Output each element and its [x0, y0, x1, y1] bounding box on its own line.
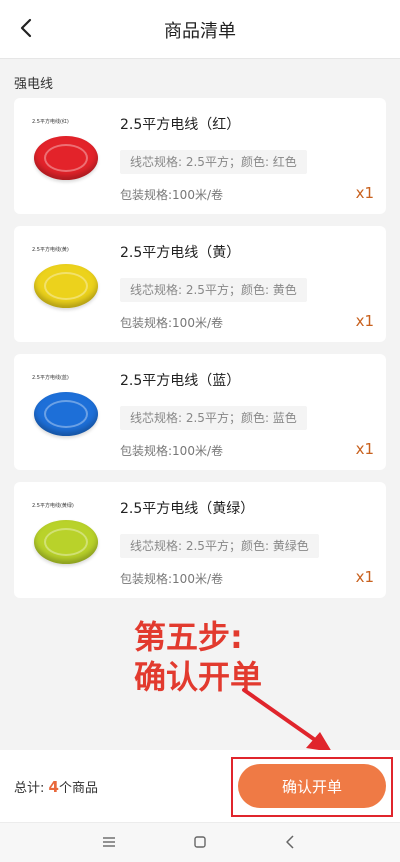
- annotation-line-1: 第五步:: [134, 618, 243, 656]
- thumbnail-label: 2.5平方电线(蓝): [32, 375, 69, 381]
- step-annotation: 第五步: 确认开单: [134, 617, 262, 697]
- wire-coil-image: [34, 520, 98, 564]
- thumbnail-label: 2.5平方电线(黄): [32, 247, 69, 253]
- wire-coil-image: [34, 392, 98, 436]
- total-summary: 总计: 4个商品: [14, 777, 98, 796]
- product-name: 2.5平方电线（黄绿）: [120, 501, 255, 517]
- total-count: 4: [48, 778, 59, 796]
- nav-menu-button[interactable]: [94, 829, 124, 855]
- section-title: 强电线: [14, 77, 54, 92]
- total-suffix: 个商品: [58, 781, 98, 796]
- spec-tag: 线芯规格: 2.5平方；颜色: 黄绿色: [120, 534, 319, 558]
- package-spec: 包装规格:100米/卷: [120, 444, 223, 458]
- quantity: x1: [355, 184, 374, 202]
- home-square-icon: [194, 836, 206, 848]
- thumbnail-label: 2.5平方电线(红): [32, 119, 69, 125]
- quantity: x1: [355, 440, 374, 458]
- system-navbar: [0, 822, 400, 862]
- product-name: 2.5平方电线（蓝）: [120, 373, 241, 389]
- product-card[interactable]: 2.5平方电线(蓝) 2.5平方电线（蓝） 线芯规格: 2.5平方；颜色: 蓝色…: [14, 354, 386, 470]
- product-thumbnail: 2.5平方电线(蓝): [28, 372, 108, 452]
- nav-home-button[interactable]: [185, 829, 215, 855]
- package-spec: 包装规格:100米/卷: [120, 572, 223, 586]
- wire-coil-image: [34, 264, 98, 308]
- confirm-order-button[interactable]: 确认开单: [238, 764, 386, 808]
- back-triangle-icon: [286, 835, 294, 849]
- product-name: 2.5平方电线（红）: [120, 117, 241, 133]
- bottom-bar: 总计: 4个商品 确认开单: [0, 750, 400, 822]
- quantity: x1: [355, 568, 374, 586]
- spec-tag: 线芯规格: 2.5平方；颜色: 蓝色: [120, 406, 307, 430]
- product-thumbnail: 2.5平方电线(黄绿): [28, 500, 108, 580]
- menu-icon: [103, 837, 115, 847]
- page-title: 商品清单: [164, 21, 236, 42]
- thumbnail-label: 2.5平方电线(黄绿): [32, 503, 74, 509]
- product-card[interactable]: 2.5平方电线(黄绿) 2.5平方电线（黄绿） 线芯规格: 2.5平方；颜色: …: [14, 482, 386, 598]
- arrow-icon: [242, 688, 332, 752]
- product-name: 2.5平方电线（黄）: [120, 245, 241, 261]
- product-card[interactable]: 2.5平方电线(红) 2.5平方电线（红） 线芯规格: 2.5平方；颜色: 红色…: [14, 98, 386, 214]
- total-prefix: 总计:: [14, 781, 49, 796]
- product-card[interactable]: 2.5平方电线(黄) 2.5平方电线（黄） 线芯规格: 2.5平方；颜色: 黄色…: [14, 226, 386, 342]
- product-thumbnail: 2.5平方电线(红): [28, 116, 108, 196]
- header: 商品清单: [0, 0, 400, 59]
- spec-tag: 线芯规格: 2.5平方；颜色: 黄色: [120, 278, 307, 302]
- wire-coil-image: [34, 136, 98, 180]
- package-spec: 包装规格:100米/卷: [120, 316, 223, 330]
- nav-back-button[interactable]: [275, 829, 305, 855]
- quantity: x1: [355, 312, 374, 330]
- package-spec: 包装规格:100米/卷: [120, 188, 223, 202]
- product-thumbnail: 2.5平方电线(黄): [28, 244, 108, 324]
- spec-tag: 线芯规格: 2.5平方；颜色: 红色: [120, 150, 307, 174]
